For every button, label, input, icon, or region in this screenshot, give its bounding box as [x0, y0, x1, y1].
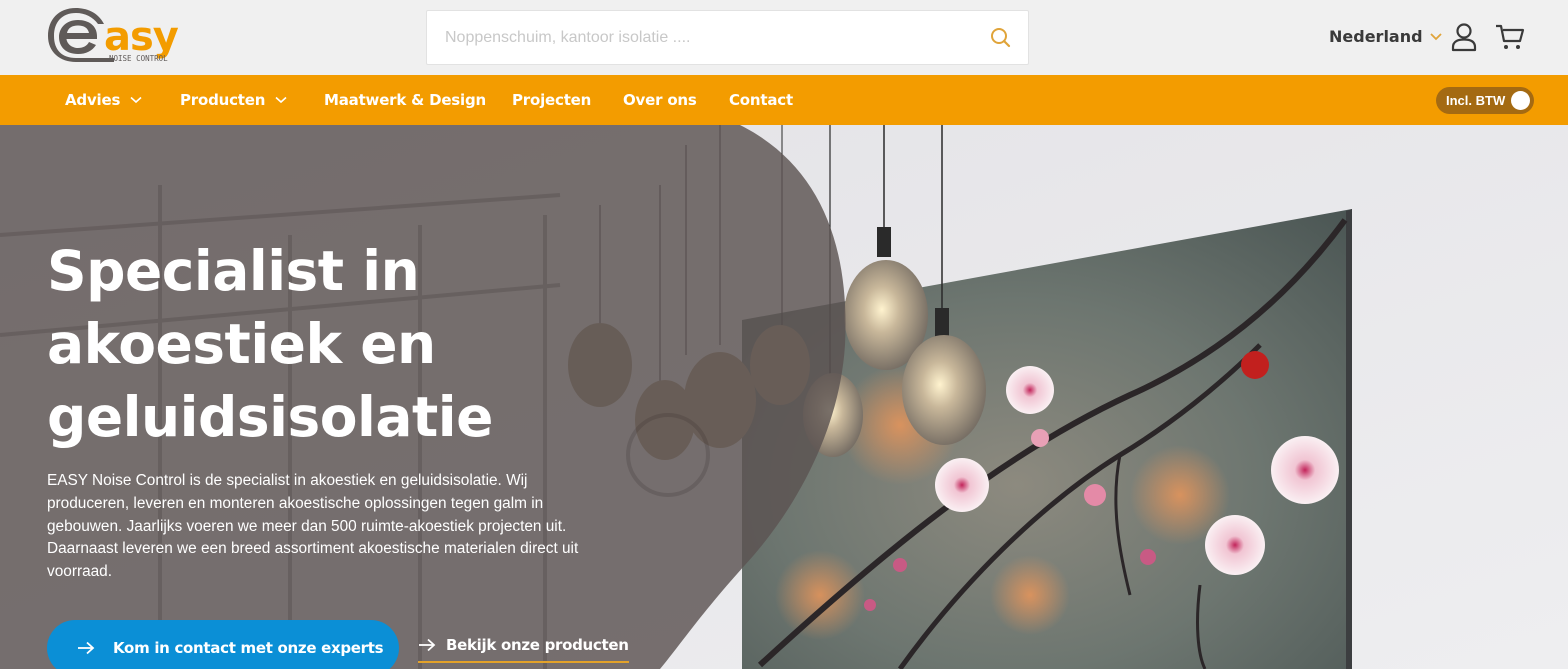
search-button[interactable]: [988, 25, 1014, 51]
arrow-right-icon: [78, 641, 95, 655]
account-button[interactable]: [1450, 22, 1478, 52]
cart-button[interactable]: [1495, 22, 1525, 52]
country-label: Nederland: [1329, 27, 1423, 46]
nav-item-contact[interactable]: Contact: [729, 75, 793, 125]
hero-description: EASY Noise Control is de specialist in a…: [47, 472, 579, 581]
user-icon: [1451, 23, 1477, 52]
country-selector[interactable]: Nederland: [1329, 27, 1443, 46]
arrow-right-icon: [419, 638, 436, 652]
chevron-down-icon: [130, 96, 142, 104]
chevron-down-icon: [1429, 32, 1442, 40]
search-input[interactable]: [427, 11, 967, 64]
view-products-link[interactable]: Bekijk onze producten: [418, 633, 629, 663]
toggle-knob: [1511, 91, 1530, 110]
svg-text:NOISE CONTROL: NOISE CONTROL: [109, 54, 168, 63]
contact-experts-button[interactable]: Kom in contact met onze experts: [47, 620, 399, 669]
nav-item-over-ons[interactable]: Over ons: [623, 75, 697, 125]
nav-item-advies[interactable]: Advies: [65, 75, 142, 125]
nav-item-maatwerk-design[interactable]: Maatwerk & Design: [324, 75, 486, 125]
vat-toggle-label: Incl. BTW: [1446, 93, 1506, 108]
nav-item-projecten[interactable]: Projecten: [512, 75, 591, 125]
chevron-down-icon: [275, 96, 287, 104]
logo[interactable]: asy NOISE CONTROL: [46, 6, 206, 64]
hero-section: Specialist in akoestiek en geluidsisolat…: [0, 125, 1568, 669]
main-navigation: Advies Producten Maatwerk & Design Proje…: [0, 75, 1568, 125]
vat-toggle[interactable]: Incl. BTW: [1436, 87, 1534, 114]
top-header: asy NOISE CONTROL Nederland: [0, 0, 1568, 75]
cart-icon: [1496, 24, 1525, 49]
search-icon: [991, 28, 1011, 48]
search-bar: [426, 10, 1029, 65]
hero-title: Specialist in akoestiek en geluidsisolat…: [47, 239, 493, 449]
easy-logo-icon: asy NOISE CONTROL: [48, 8, 180, 63]
nav-item-producten[interactable]: Producten: [180, 75, 287, 125]
